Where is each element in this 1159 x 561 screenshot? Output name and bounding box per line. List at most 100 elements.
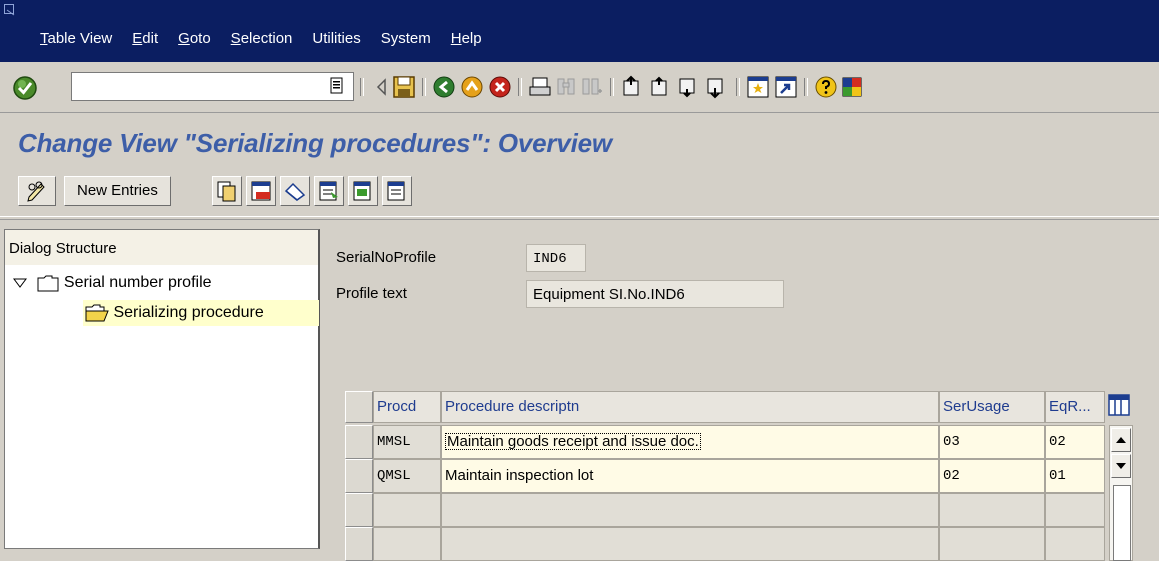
tree-item-label: Serial number profile [63,274,212,291]
cell-procd: QMSL [373,459,441,493]
undo-change-button[interactable] [280,176,310,206]
last-page-icon[interactable] [704,75,728,99]
copy-as-button[interactable] [212,176,242,206]
menu-label: dit [142,30,159,47]
copy-icon [217,181,236,202]
table-settings-button[interactable] [1107,393,1133,419]
cell-eqr[interactable]: 01 [1045,459,1105,493]
find-next-icon[interactable] [580,75,604,99]
menu-label: Utilities [312,30,361,47]
deselect-all-button[interactable] [382,176,412,206]
menu-mnemonic: E [132,30,143,47]
scroll-thumb[interactable] [1113,485,1131,561]
toolbar-separator [804,78,808,96]
profile-text-value: Equipment SI.No.IND6 [526,280,784,308]
find-icon[interactable] [554,75,578,99]
row-selector[interactable] [345,493,373,527]
scroll-up-button[interactable] [1111,428,1131,452]
select-block-button[interactable] [348,176,378,206]
open-folder-icon [85,304,109,322]
cell-serusage[interactable]: 02 [939,459,1045,493]
menu-table-view[interactable]: Table View [40,30,112,47]
command-field[interactable] [71,72,354,101]
toolbar-separator [360,78,364,96]
display-change-button[interactable] [18,176,56,206]
print-icon[interactable] [528,75,552,99]
toolbar-separator [518,78,522,96]
scroll-down-button[interactable] [1111,454,1131,478]
focused-text: Maintain goods receipt and issue doc. [445,433,701,450]
empty-cell [939,493,1045,527]
cell-serusage[interactable]: 03 [939,425,1045,459]
profile-text-label: Profile text [330,280,526,308]
column-header-procedure-description[interactable]: Procedure descriptn [441,391,939,423]
command-history-icon[interactable] [330,77,344,95]
system-menu-icon[interactable] [4,4,16,16]
menu-help[interactable]: Help [451,30,482,47]
row-selector[interactable] [345,527,373,561]
serial-no-profile-label: SerialNoProfile [330,244,526,272]
serial-no-profile-value: IND6 [526,244,586,272]
empty-cell [373,527,441,561]
menu-selection[interactable]: Selection [231,30,293,47]
expand-triangle-icon[interactable] [13,277,27,289]
tree-item-serializing-procedure[interactable]: Serializing procedure [83,300,319,326]
menu-mnemonic: G [178,30,190,47]
menu-edit[interactable]: Edit [132,30,158,47]
arrow-down-icon [1116,463,1126,469]
select-all-rows-button[interactable] [345,391,373,423]
column-header-procd[interactable]: Procd [373,391,441,423]
tree-item-label: Serializing procedure [113,304,264,321]
empty-cell [1045,527,1105,561]
previous-page-icon[interactable] [648,75,672,99]
menu-label: election [240,30,293,47]
dialog-structure-header: Dialog Structure [5,230,318,265]
cell-procedure-description[interactable]: Maintain inspection lot [441,459,939,493]
empty-cell [441,527,939,561]
enter-checkmark-icon[interactable] [12,75,38,101]
undo-icon [284,182,306,201]
new-entries-button[interactable]: New Entries [64,176,171,206]
empty-cell [939,527,1045,561]
page-title: Change View "Serializing procedures": Ov… [18,128,612,158]
create-shortcut-icon[interactable] [774,75,798,99]
cell-procedure-description[interactable]: Maintain goods receipt and issue doc. [441,425,939,459]
menu-mnemonic: T [40,30,48,47]
help-icon[interactable] [814,75,838,99]
column-header-serusage[interactable]: SerUsage [939,391,1045,423]
column-header-eqr[interactable]: EqR... [1045,391,1105,423]
menu-bar: Table View Edit Goto Selection Utilities… [0,0,1159,62]
table-settings-icon [1108,394,1130,416]
standard-toolbar [0,62,1159,113]
empty-cell [373,493,441,527]
arrow-up-icon [1116,437,1126,443]
menu-system[interactable]: System [381,30,431,47]
row-selector[interactable] [345,425,373,459]
back-icon[interactable] [432,75,456,99]
select-all-button[interactable] [314,176,344,206]
collapse-arrow-icon[interactable] [370,75,394,99]
cancel-icon[interactable] [488,75,512,99]
toolbar-separator [422,78,426,96]
menu-label: able View [47,30,113,47]
empty-cell [441,493,939,527]
first-page-icon[interactable] [620,75,644,99]
select-all-icon [319,181,338,201]
create-session-icon[interactable] [746,75,770,99]
save-icon[interactable] [392,75,416,99]
deselect-all-icon [387,181,405,201]
empty-cell [1045,493,1105,527]
cell-procd: MMSL [373,425,441,459]
folder-icon [37,275,59,292]
menu-mnemonic: S [230,30,241,47]
tree-item-serial-number-profile[interactable]: Serial number profile [13,270,212,296]
customize-layout-icon[interactable] [840,75,864,99]
menu-utilities[interactable]: Utilities [312,30,360,47]
new-entries-label: New Entries [77,182,158,199]
exit-icon[interactable] [460,75,484,99]
menu-goto[interactable]: Goto [178,30,211,47]
cell-eqr[interactable]: 02 [1045,425,1105,459]
row-selector[interactable] [345,459,373,493]
delete-button[interactable] [246,176,276,206]
next-page-icon[interactable] [676,75,700,99]
